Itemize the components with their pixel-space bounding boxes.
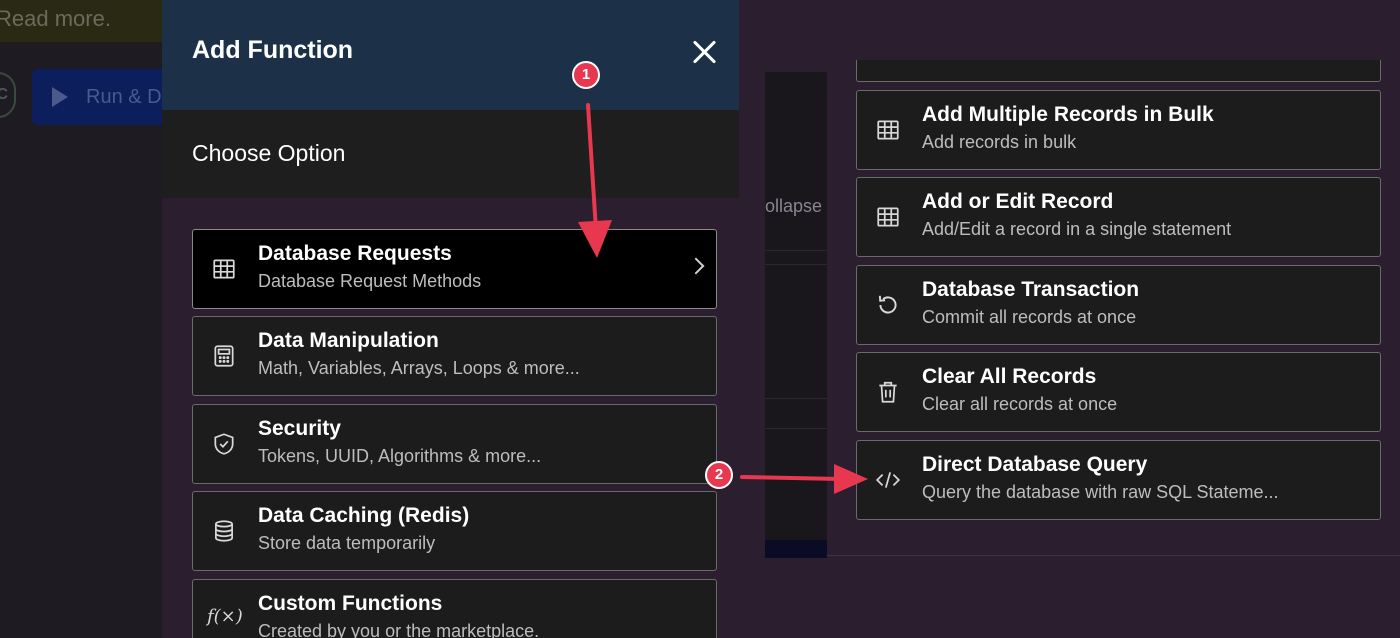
option-description: Database Request Methods bbox=[258, 271, 482, 291]
submenu-add-or-edit-record[interactable]: Add or Edit Record Add/Edit a record in … bbox=[856, 177, 1381, 257]
divider bbox=[827, 555, 1400, 556]
trash-icon bbox=[879, 381, 897, 403]
table-icon bbox=[877, 120, 899, 140]
submenu-clear-all-records[interactable]: Clear All Records Clear all records at o… bbox=[856, 352, 1381, 432]
divider bbox=[765, 428, 827, 429]
background-panel bbox=[765, 72, 827, 558]
submenu-description: Add records in bulk bbox=[922, 132, 1077, 152]
submenu-description: Add/Edit a record in a single statement bbox=[922, 219, 1232, 239]
database-icon bbox=[215, 520, 233, 542]
option-database-requests[interactable]: Database Requests Database Request Metho… bbox=[192, 229, 717, 309]
step-badge-2: 2 bbox=[705, 461, 733, 489]
collapse-text: ollapse bbox=[765, 196, 823, 216]
option-security[interactable]: Security Tokens, UUID, Algorithms & more… bbox=[192, 404, 717, 484]
undo-icon bbox=[878, 295, 897, 314]
function-icon: f(×) bbox=[207, 606, 243, 627]
submenu-title: Clear All Records bbox=[922, 365, 1097, 388]
submenu-title: Direct Database Query bbox=[922, 453, 1148, 476]
option-data-caching[interactable]: Data Caching (Redis) Store data temporar… bbox=[192, 491, 717, 571]
option-title: Data Manipulation bbox=[258, 329, 439, 352]
code-icon bbox=[875, 472, 901, 488]
option-title: Database Requests bbox=[258, 242, 452, 265]
choose-option-label: Choose Option bbox=[192, 140, 346, 166]
calculator-icon bbox=[214, 345, 234, 367]
play-icon bbox=[52, 87, 68, 107]
option-data-manipulation[interactable]: Data Manipulation Math, Variables, Array… bbox=[192, 316, 717, 396]
submenu-add-multiple-records[interactable]: Add Multiple Records in Bulk Add records… bbox=[856, 90, 1381, 170]
submenu-title: Database Transaction bbox=[922, 278, 1140, 301]
submenu-item-partial[interactable] bbox=[856, 60, 1381, 82]
divider bbox=[765, 398, 827, 399]
table-icon bbox=[877, 207, 899, 227]
step-badge-1: 1 bbox=[572, 61, 600, 89]
option-description: Tokens, UUID, Algorithms & more... bbox=[258, 446, 542, 466]
read-more-link: Read more. bbox=[0, 6, 111, 31]
option-description: Created by you or the marketplace. bbox=[258, 621, 540, 638]
submenu-title: Add or Edit Record bbox=[922, 190, 1114, 213]
option-custom-functions[interactable]: f(×) Custom Functions Created by you or … bbox=[192, 579, 717, 638]
option-title: Security bbox=[258, 417, 341, 440]
run-button-label: Run & D bbox=[86, 86, 162, 108]
divider bbox=[765, 250, 827, 251]
submenu-description: Clear all records at once bbox=[922, 394, 1118, 414]
background-footer bbox=[765, 540, 827, 558]
modal-header: Add Function bbox=[162, 0, 739, 110]
divider bbox=[765, 264, 827, 265]
option-description: Store data temporarily bbox=[258, 533, 436, 553]
shield-check-icon bbox=[214, 433, 234, 455]
option-title: Data Caching (Redis) bbox=[258, 504, 470, 527]
close-icon[interactable] bbox=[688, 36, 720, 68]
option-title: Custom Functions bbox=[258, 592, 443, 615]
chevron-right-icon bbox=[687, 257, 705, 275]
submenu-direct-database-query[interactable]: Direct Database Query Query the database… bbox=[856, 440, 1381, 520]
modal-title: Add Function bbox=[192, 36, 354, 64]
submenu-database-transaction[interactable]: Database Transaction Commit all records … bbox=[856, 265, 1381, 345]
submenu-description: Query the database with raw SQL Stateme.… bbox=[922, 482, 1279, 502]
option-description: Math, Variables, Arrays, Loops & more... bbox=[258, 358, 580, 378]
table-icon bbox=[213, 259, 235, 279]
modal-subheader: Choose Option bbox=[162, 110, 739, 198]
submenu-description: Commit all records at once bbox=[922, 307, 1137, 327]
submenu-title: Add Multiple Records in Bulk bbox=[922, 103, 1214, 126]
run-button: Run & D bbox=[32, 69, 172, 125]
